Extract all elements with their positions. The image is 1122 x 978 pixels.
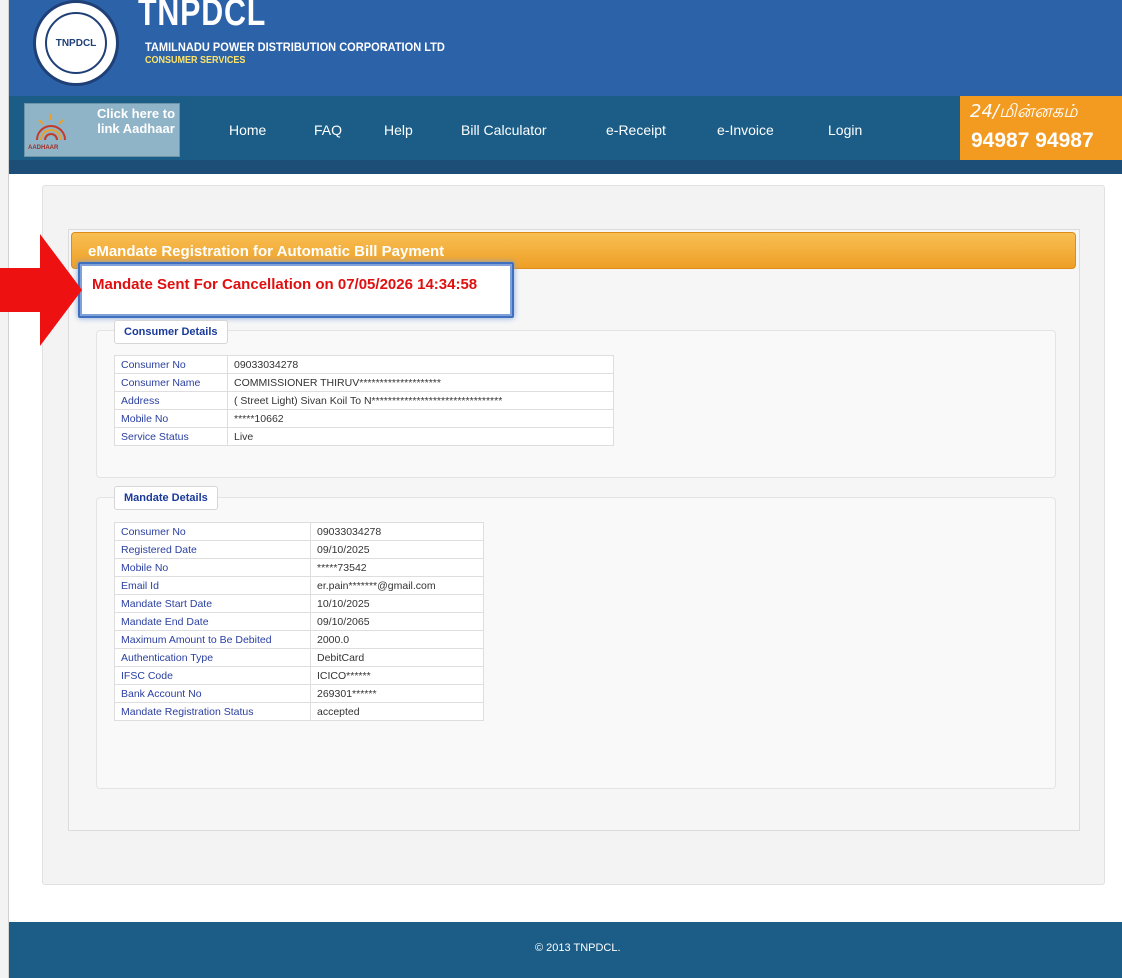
row-label: Authentication Type [114,648,311,667]
row-label: Consumer Name [114,373,228,392]
table-row: Bank Account No 269301****** [114,684,484,703]
section-title: eMandate Registration for Automatic Bill… [88,243,445,260]
nav-faq[interactable]: FAQ [314,122,342,138]
table-row: Mobile No *****10662 [114,409,614,428]
table-row: Maximum Amount to Be Debited 2000.0 [114,630,484,649]
aadhaar-link-button[interactable]: AADHAAR Click here to link Aadhaar [24,103,180,157]
table-row: Registered Date 09/10/2025 [114,540,484,559]
row-value: DebitCard [310,648,484,667]
footer-copyright: © 2013 TNPDCL. [535,942,621,954]
consumer-details-table: Consumer No 09033034278 Consumer Name COMMI… [114,355,614,446]
table-row: Service Status Live [114,427,614,446]
left-window-edge [0,0,9,978]
row-value: 269301****** [310,684,484,703]
row-label: Bank Account No [114,684,311,703]
brand-tagline: CONSUMER SERVICES [145,55,246,66]
site-header: TNPDCL TNPDCL TAMILNADU POWER DISTRIBUTI… [9,0,1122,96]
row-value: Live [227,427,614,446]
table-row: IFSC Code ICICO****** [114,666,484,685]
logo-text: TNPDCL [55,37,97,49]
row-label: Mandate Registration Status [114,702,311,721]
row-value: ICICO****** [310,666,484,685]
brand-title: TNPDCL [138,0,267,34]
helpline-label: 24/மின்னகம் [970,101,1078,122]
helpline-banner[interactable]: 24/மின்னகம் 94987 94987 [960,96,1122,160]
row-value: 2000.0 [310,630,484,649]
row-value: 09033034278 [227,355,614,374]
site-footer: © 2013 TNPDCL. [9,922,1122,978]
mandate-details-table: Consumer No 09033034278 Registered Date 09/… [114,522,484,721]
row-label: Email Id [114,576,311,595]
cancellation-notice-text: Mandate Sent For Cancellation on 07/05/2… [92,276,478,293]
row-label: Mobile No [114,558,311,577]
nav-home[interactable]: Home [229,122,266,138]
row-label: Address [114,391,228,410]
table-row: Consumer No 09033034278 [114,522,484,541]
table-row: Address( Street Light) Sivan Koil To N**… [114,391,614,410]
table-row: Authentication Type DebitCard [114,648,484,667]
row-value: er.pain*******@gmail.com [310,576,484,595]
table-row: Mandate End Date 09/10/2065 [114,612,484,631]
row-value: 10/10/2025 [310,594,484,613]
table-row: Consumer Name COMMISSIONER THIRUV********… [114,373,614,392]
table-row: Mandate Start Date 10/10/2025 [114,594,484,613]
row-label: IFSC Code [114,666,311,685]
brand-subtitle: TAMILNADU POWER DISTRIBUTION CORPORATION… [145,40,445,54]
nav-e-invoice[interactable]: e-Invoice [717,122,774,138]
row-label: Mandate End Date [114,612,311,631]
aadhaar-logo-word: AADHAAR [28,145,59,151]
row-value: 09/10/2065 [310,612,484,631]
nav-help[interactable]: Help [384,122,413,138]
nav-e-receipt[interactable]: e-Receipt [606,122,666,138]
table-row: Consumer No 09033034278 [114,355,614,374]
aadhaar-link-label: Click here to link Aadhaar [96,106,176,136]
row-label: Consumer No [114,522,311,541]
row-label: Service Status [114,427,228,446]
row-label: Maximum Amount to Be Debited [114,630,311,649]
logo-emblem: TNPDCL [45,12,107,74]
mandate-details-legend: Mandate Details [114,486,218,510]
nav-bill-calculator[interactable]: Bill Calculator [461,122,547,138]
table-row: Mandate Registration Status accepted [114,702,484,721]
row-value: *****73542 [310,558,484,577]
row-value: ( Street Light) Sivan Koil To N*********… [227,391,614,410]
row-label: Consumer No [114,355,228,374]
tnpdcl-logo[interactable]: TNPDCL [33,0,119,86]
table-row: Mobile No *****73542 [114,558,484,577]
row-value: *****10662 [227,409,614,428]
row-value: 09/10/2025 [310,540,484,559]
table-row: Email Id er.pain*******@gmail.com [114,576,484,595]
row-label: Mandate Start Date [114,594,311,613]
main-nav: AADHAAR Click here to link Aadhaar Home … [9,96,1122,160]
helpline-number: 94987 94987 [971,129,1094,152]
consumer-details-legend: Consumer Details [114,320,228,344]
row-value: 09033034278 [310,522,484,541]
nav-login[interactable]: Login [828,122,862,138]
row-value: accepted [310,702,484,721]
fingerprint-icon [36,114,66,141]
nav-underline [9,160,1122,174]
row-label: Registered Date [114,540,311,559]
cancellation-notice: Mandate Sent For Cancellation on 07/05/2… [78,262,514,318]
row-label: Mobile No [114,409,228,428]
row-value: COMMISSIONER THIRUV******************** [227,373,614,392]
red-arrow-icon [0,234,82,346]
